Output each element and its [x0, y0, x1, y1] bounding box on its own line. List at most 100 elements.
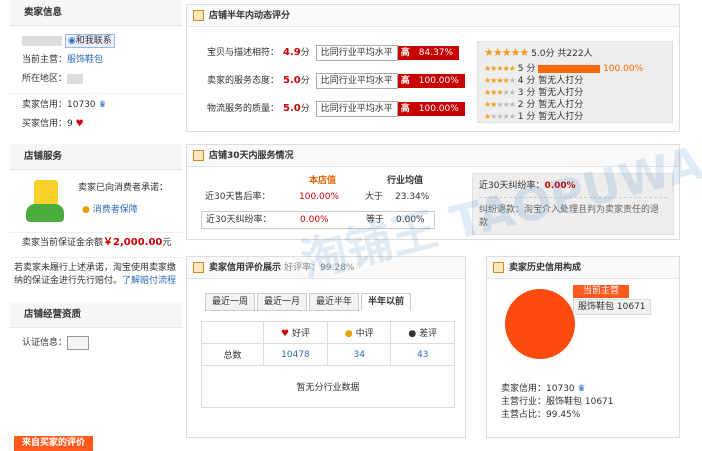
history-credit-label: 卖家信用： [501, 384, 547, 394]
distribution-row: ★★★★★ 1 分 暂无人打分 [478, 111, 672, 123]
service30-shop: 100.00% [299, 192, 340, 202]
col-bad: ● 差评 [390, 321, 455, 344]
main-category-link[interactable]: 服饰鞋包 [67, 55, 103, 65]
deposit-note: 若卖家未履行上述承诺，淘宝使用卖家缴纳的保证金进行先行赔付。了解赔付流程 [10, 257, 182, 288]
seller-credit-label: 卖家信用： [22, 100, 68, 110]
rating-level: 高 [397, 46, 413, 60]
guarantee-label: 消费者保障 [92, 205, 138, 215]
heart-icon: ♥ [75, 119, 84, 129]
rating-row: 物流服务的质量： 5.0分 比同行业平均水平高 100.00% [207, 101, 465, 117]
service30-cmp: 等于 [366, 215, 385, 225]
rating-label: 物流服务的质量： [207, 104, 280, 114]
distribution-label: 2 分 [517, 100, 536, 110]
cert-label: 认证信息： [22, 338, 68, 348]
history-industry-row: 主营行业：服饰鞋包 10671 [501, 396, 614, 409]
mini-stars-icon: ★★★★★ [484, 64, 516, 73]
history-share-value: 99.45% [546, 410, 581, 420]
table-header-row: ♥ 好评 ● 中评 ● 差评 [201, 321, 455, 344]
distribution-label: 4 分 [517, 76, 536, 86]
rating-header-icon [193, 10, 204, 21]
cert-row: 认证信息： [10, 334, 182, 353]
contact-label: 和我联系 [75, 36, 112, 46]
good-count[interactable]: 10478 [263, 343, 328, 366]
chat-icon: ◉ [67, 36, 76, 46]
credit-display-panel: 卖家信用评价展示 好评率：99.28% 最近一周 最近一月 最近半年 半年以前 ♥ 好… [186, 256, 466, 438]
rating-row: 宝贝与描述相符： 4.9分 比同行业平均水平高 84.37% [207, 45, 460, 61]
col-industry-avg: 行业均值 [387, 176, 424, 186]
category-name: 服饰鞋包 [578, 302, 615, 312]
rating-unit: 分 [300, 76, 310, 86]
credit-header-icon [193, 262, 204, 273]
seller-name-row: ◉和我联系 [10, 32, 182, 51]
distribution-value: 暂无人打分 [538, 112, 584, 122]
qualification-title: 店铺经营资质 [10, 302, 182, 328]
distribution-row: ★★★★★ 2 分 暂无人打分 [478, 99, 672, 111]
current-main-tag: 当前主营 [573, 285, 630, 298]
empty-message: 暂无分行业数据 [201, 365, 455, 408]
crown-icon: ♛ [98, 100, 107, 110]
contact-button[interactable]: ◉和我联系 [64, 34, 115, 48]
tab-3[interactable]: 半年以前 [361, 293, 412, 311]
stars-icon: ★★★★★ [484, 46, 529, 59]
service30-avg: 23.34% [395, 192, 430, 202]
buyer-credit-value: 9 [67, 119, 73, 129]
tab-1[interactable]: 最近一月 [257, 293, 308, 311]
dispute-label: 近30天纠纷率： [479, 181, 545, 191]
col-good-label: 好评 [291, 329, 310, 339]
service30-header-icon [193, 150, 204, 161]
left-column: 卖家信息 ◉和我联系 当前主营：服饰鞋包 所在地区： 卖家信用：10730 ♛ … [10, 0, 182, 451]
distribution-value: 暂无人打分 [538, 88, 584, 98]
credit-table: ♥ 好评 ● 中评 ● 差评 总数 10478 34 43 暂无分行业数据 [201, 321, 455, 408]
guarantee-bag-icon [26, 176, 64, 226]
seller-info-title: 卖家信息 [10, 0, 182, 26]
mini-stars-icon: ★★★★★ [484, 76, 516, 85]
distribution-label: 5 分 [517, 64, 536, 74]
col-good: ♥ 好评 [263, 321, 328, 344]
deposit-unit: 元 [162, 238, 172, 248]
bad-count[interactable]: 43 [390, 343, 455, 366]
compensation-link[interactable]: 了解赔付流程 [122, 276, 176, 286]
rating-compare: 比同行业平均水平 [315, 45, 398, 61]
mid-count[interactable]: 34 [326, 343, 392, 366]
col-bad-label: 差评 [419, 329, 438, 339]
distribution-row: ★★★★★ 5 分 100.00% [478, 63, 672, 75]
rating-compare: 比同行业平均水平 [315, 73, 398, 89]
service30-title: 店铺30天内服务情况 [209, 151, 294, 161]
seller-name-blur [22, 35, 62, 46]
rating-summary-text: 5.0分 共222人 [531, 49, 593, 59]
distribution-list: ★★★★★ 5 分 100.00% ★★★★★ 4 分 暂无人打分 ★★★★★ 3 … [478, 63, 672, 123]
id-card-icon[interactable] [67, 335, 90, 350]
history-header: 卖家历史信用构成 [487, 257, 679, 279]
tab-0[interactable]: 最近一周 [205, 293, 256, 311]
rating-unit: 分 [300, 104, 310, 114]
distribution-value: 暂无人打分 [538, 100, 584, 110]
dynamic-rating-title: 店铺半年内动态评分 [209, 11, 291, 21]
tab-2[interactable]: 最近半年 [309, 293, 360, 311]
table-row: 暂无分行业数据 [201, 365, 455, 408]
service30-row: 近30天纠纷率： 0.00% 等于 0.00% [201, 211, 435, 229]
guarantee-link[interactable]: ● 消费者保障 [82, 202, 138, 215]
total-label: 总数 [201, 343, 264, 366]
crown-icon: ♛ [577, 384, 586, 394]
rating-row: 卖家的服务态度： 5.0分 比同行业平均水平高 100.00% [207, 73, 465, 89]
rating-pct: 100.00% [412, 102, 465, 116]
mini-stars-icon: ★★★★★ [484, 112, 516, 121]
good-icon: ♥ [281, 329, 290, 339]
distribution-bar [538, 64, 601, 73]
credit-pie [505, 289, 575, 359]
rating-unit: 分 [300, 48, 310, 58]
history-credit-row: 卖家信用：10730 ♛ [501, 383, 614, 396]
buyer-credit-label: 买家信用： [22, 119, 68, 129]
history-credit-value: 10730 [546, 384, 575, 394]
history-stats: 卖家信用：10730 ♛ 主营行业：服饰鞋包 10671 主营占比：99.45% [501, 383, 614, 422]
dynamic-rating-panel: 店铺半年内动态评分 宝贝与描述相符： 4.9分 比同行业平均水平高 84.37% 卖家的… [186, 4, 680, 132]
rating-score: 5.0 [283, 103, 301, 114]
history-panel: 卖家历史信用构成 当前主营 服饰鞋包 10671 卖家信用：10730 ♛ 主营… [486, 256, 680, 438]
mini-stars-icon: ★★★★★ [484, 88, 516, 97]
shop-service-title: 店铺服务 [10, 144, 182, 170]
buyer-review-tab[interactable]: 来自买家的评价 [14, 436, 94, 451]
seller-credit-row: 卖家信用：10730 ♛ [10, 96, 182, 115]
credit-display-header: 卖家信用评价展示 好评率：99.28% [187, 257, 465, 279]
region-row: 所在地区： [10, 70, 182, 89]
history-header-icon [493, 262, 504, 273]
